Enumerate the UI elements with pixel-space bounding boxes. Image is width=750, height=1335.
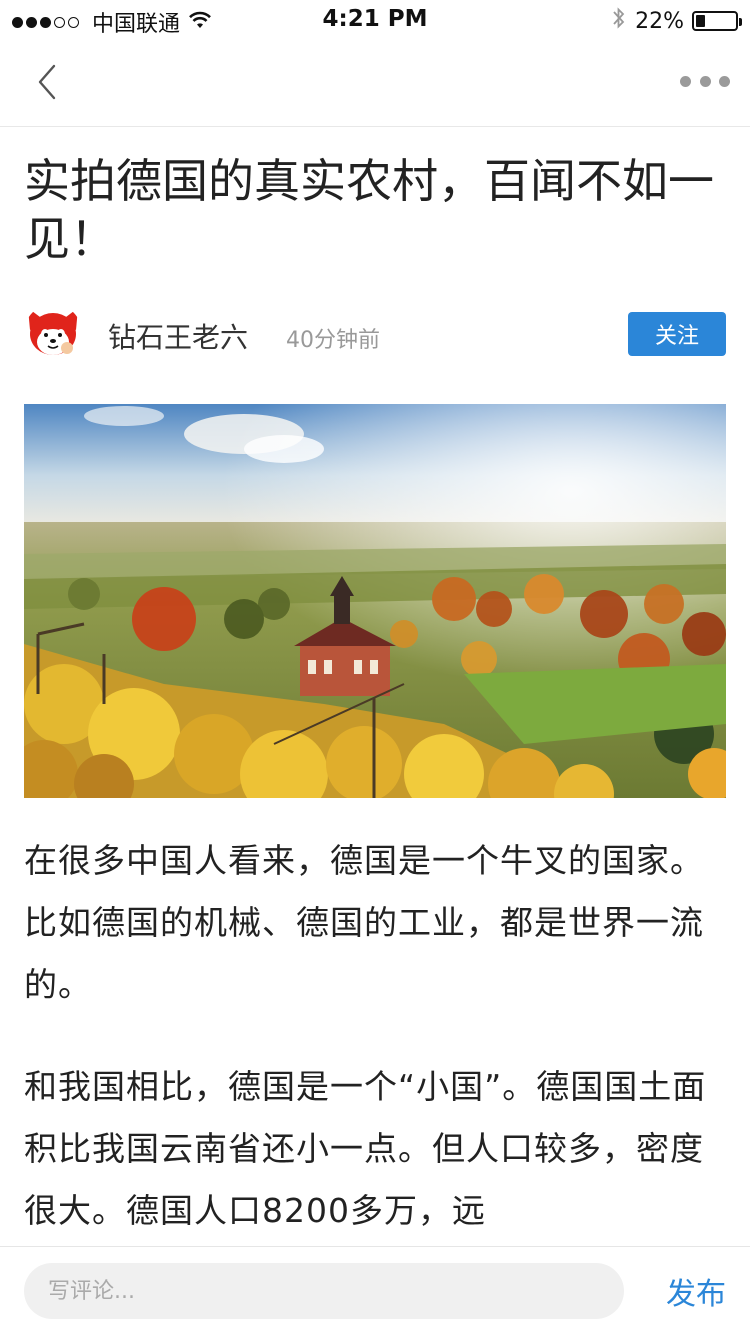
article-hero-image[interactable] <box>24 404 726 798</box>
author-row: 钻石王老六 40分钟前 关注 <box>24 304 726 366</box>
article-paragraph: 在很多中国人看来，德国是一个牛叉的国家。比如德国的机械、德国的工业，都是世界一流… <box>24 841 704 1004</box>
article-body: 在很多中国人看来，德国是一个牛叉的国家。比如德国的机械、德国的工业，都是世界一流… <box>24 830 726 1282</box>
comment-input[interactable] <box>24 1263 624 1319</box>
avatar[interactable] <box>24 304 82 362</box>
post-time: 40分钟前 <box>286 328 380 353</box>
navigation-bar <box>0 40 750 127</box>
german-village-landscape-image <box>24 404 726 798</box>
status-bar: 中国联通 4:21 PM 22% <box>0 0 750 40</box>
article-paragraph: 和我国相比，德国是一个“小国”。德国国土面积比我国云南省还小一点。但人口较多，密… <box>24 1067 707 1230</box>
status-right: 22% <box>611 6 742 36</box>
battery-icon <box>692 11 742 31</box>
follow-button[interactable]: 关注 <box>628 312 726 356</box>
bluetooth-icon <box>611 6 627 36</box>
more-options-button[interactable] <box>680 66 730 96</box>
comment-bar: 发布 <box>0 1246 750 1335</box>
battery-level-fill <box>696 15 706 27</box>
battery-percent: 22% <box>635 8 684 34</box>
back-button[interactable] <box>28 60 72 104</box>
fox-avatar-icon <box>24 304 82 362</box>
author-name[interactable]: 钻石王老六 <box>108 316 248 356</box>
chevron-left-icon <box>38 64 56 100</box>
publish-button[interactable]: 发布 <box>666 1269 726 1313</box>
article-title: 实拍德国的真实农村，百闻不如一见！ <box>24 154 714 266</box>
more-horizontal-icon <box>680 75 691 87</box>
